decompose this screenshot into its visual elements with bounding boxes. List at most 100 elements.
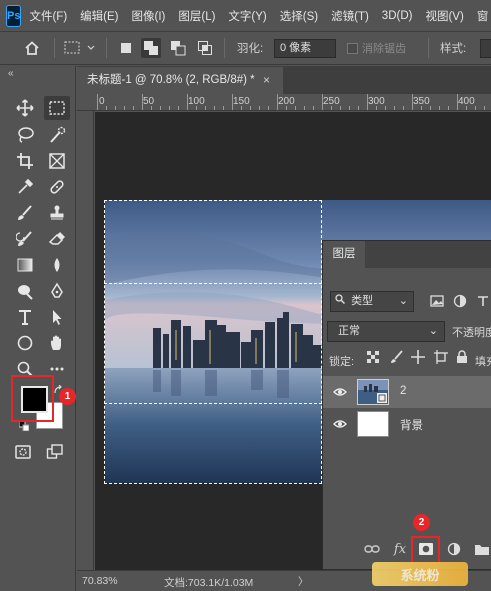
add-to-selection-button[interactable] [141,38,161,58]
layers-panel-footer: fx [323,533,491,565]
type-filter-icon[interactable] [476,294,490,311]
rectangular-marquee-tool-icon[interactable] [44,96,70,120]
intersect-selection-button[interactable] [195,38,215,58]
visibility-eye-icon[interactable] [333,385,347,399]
ruler-tick [295,106,296,110]
photoshop-logo[interactable]: Ps [6,4,22,27]
ruler-tick [187,94,188,110]
fx-icon[interactable]: fx [391,540,409,558]
brush-tool-icon[interactable] [12,201,38,225]
default-colors-icon[interactable] [18,420,30,432]
ruler-tick [394,106,395,110]
menu-view[interactable]: 视图(V) [425,8,463,24]
ruler-tick [214,106,215,110]
collapse-icon[interactable]: « [8,68,14,79]
new-group-folder-icon[interactable] [473,540,491,558]
lock-transparent-icon[interactable] [367,351,379,366]
eyedropper-tool-icon[interactable] [12,175,38,199]
close-tab-icon[interactable]: × [263,67,270,94]
ruler-tick [457,94,458,110]
subtract-from-selection-button[interactable] [168,38,188,58]
ruler-tick [223,106,224,110]
antialias-label: 消除锯齿 [362,43,406,55]
ruler-tick [313,106,314,110]
menu-select[interactable]: 选择(S) [280,8,318,24]
layer-kind-filter[interactable]: 类型 ⌄ [330,291,414,312]
eraser-tool-icon[interactable] [44,227,70,251]
spot-healing-tool-icon[interactable] [44,175,70,199]
ruler-tick [376,106,377,110]
menu-type[interactable]: 文字(Y) [228,8,266,24]
ruler-tick [484,106,485,110]
menu-image[interactable]: 图像(I) [132,8,166,24]
horizontal-ruler[interactable]: 0 50 100 150 200 250 300 350 400 [77,94,491,111]
menu-window[interactable]: 窗 [477,8,489,24]
home-icon[interactable] [20,38,44,58]
document-tab[interactable]: 未标题-1 @ 70.8% (2, RGB/8#) * [77,67,283,94]
layer-thumbnail[interactable] [357,379,389,405]
dodge-tool-icon[interactable] [12,279,38,303]
blur-tool-icon[interactable] [44,253,70,277]
move-tool-icon[interactable] [12,96,38,120]
opacity-label: 不透明度 [452,327,491,339]
marquee-preset-picker[interactable] [62,38,100,58]
ruler-tick [277,94,278,110]
feather-input[interactable]: 0 像素 [274,39,336,58]
ellipse-tool-icon[interactable] [12,331,38,355]
history-brush-tool-icon[interactable] [12,227,38,251]
lock-pixels-icon[interactable] [390,350,404,367]
menu-filter[interactable]: 滤镜(T) [331,8,369,24]
lock-all-icon[interactable] [456,350,468,367]
stamp-tool-icon[interactable] [44,201,70,225]
tab-layers[interactable]: 图层 [323,241,365,268]
ruler-tick [115,106,116,110]
zoom-level[interactable]: 70.83% [82,575,118,587]
ruler-tick [466,106,467,110]
link-layers-icon[interactable] [363,540,381,558]
path-selection-tool-icon[interactable] [44,305,70,329]
layer-row[interactable]: 背景 [323,408,491,440]
menu-3d[interactable]: 3D(D) [382,10,413,22]
ruler-tick [439,106,440,110]
quick-selection-tool-icon[interactable] [44,123,70,147]
ruler-tick [331,106,332,110]
search-icon [335,292,346,311]
ruler-tick [169,106,170,110]
screen-mode-icon[interactable] [42,440,68,464]
new-selection-button[interactable] [116,38,136,58]
menu-file[interactable]: 文件(F) [29,8,67,24]
layer-row[interactable]: 2 [323,376,491,408]
crop-tool-icon[interactable] [12,149,38,173]
lock-label: 锁定: [329,356,355,368]
layer-thumbnail[interactable] [357,411,389,437]
frame-tool-icon[interactable] [44,149,70,173]
layers-panel-tabs: 图层 [323,241,491,268]
ruler-tick [286,106,287,110]
adjustment-layer-icon[interactable] [445,540,463,558]
quick-mask-icon[interactable] [10,440,36,464]
pen-tool-icon[interactable] [44,279,70,303]
ruler-tick [97,94,98,110]
lock-position-icon[interactable] [411,350,425,367]
style-select[interactable] [480,39,491,58]
ruler-tick [385,106,386,110]
lock-artboard-icon[interactable] [434,350,448,367]
hand-tool-icon[interactable] [44,331,70,355]
ruler-tick [349,106,350,110]
layer-name[interactable]: 背景 [400,417,423,433]
gradient-tool-icon[interactable] [12,253,38,277]
menu-layer[interactable]: 图层(L) [178,8,215,24]
visibility-eye-icon[interactable] [333,417,347,431]
lasso-tool-icon[interactable] [12,123,38,147]
blend-mode-select[interactable]: 正常 ⌄ [327,321,445,342]
layer-name[interactable]: 2 [400,385,406,397]
status-menu-arrow[interactable]: 〉 [298,574,309,589]
type-tool-icon[interactable] [12,305,38,329]
menu-edit[interactable]: 编辑(E) [80,8,118,24]
ruler-tick [133,106,134,110]
antialias-checkbox[interactable] [346,38,358,58]
image-filter-icon[interactable] [430,294,444,311]
fill-label: 填充 [475,356,491,368]
vertical-ruler[interactable] [77,111,94,570]
adjustment-filter-icon[interactable] [453,294,467,311]
